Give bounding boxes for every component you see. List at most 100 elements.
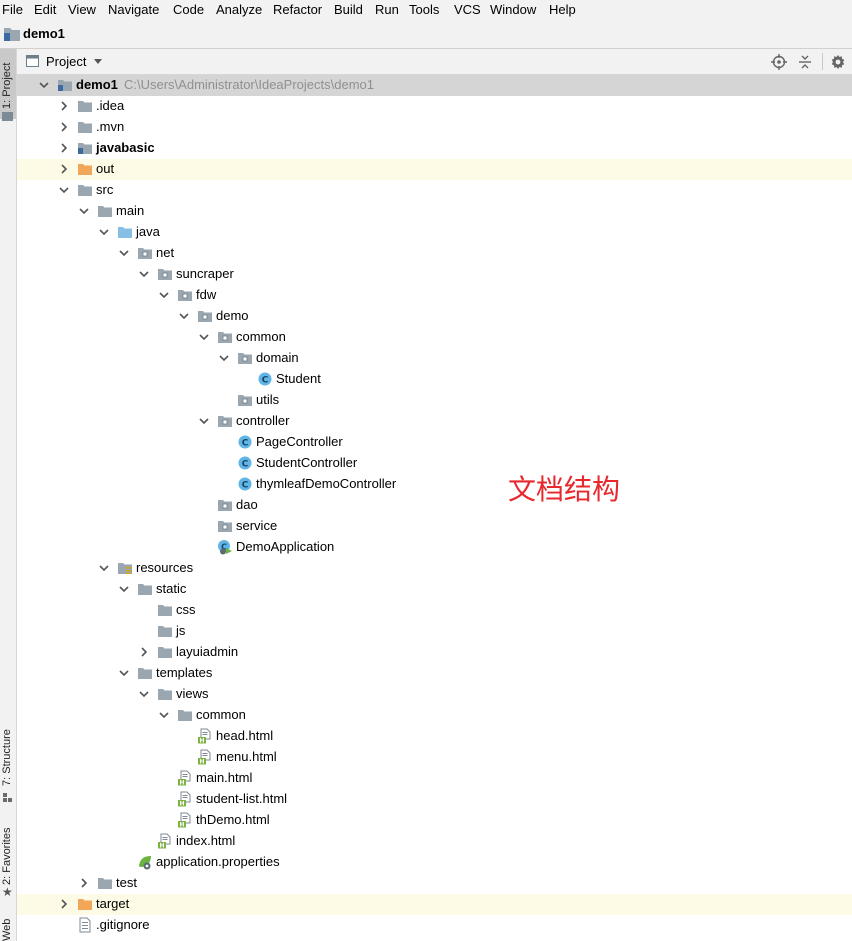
chevron-right-icon[interactable] [57,162,71,176]
chevron-down-icon[interactable] [157,288,171,302]
tree-row[interactable]: layuiadmin [17,642,852,663]
tree-row[interactable]: src [17,180,852,201]
tree-row[interactable]: target [17,894,852,915]
chevron-down-icon[interactable] [177,309,191,323]
collapse-all-icon[interactable] [797,54,813,70]
tree-row[interactable]: out [17,159,852,180]
chevron-down-icon[interactable] [94,59,102,64]
tree-row[interactable]: static [17,579,852,600]
tree-row[interactable]: C StudentController [17,453,852,474]
chevron-right-icon[interactable] [77,876,91,890]
folder-icon [77,119,93,135]
tree-row[interactable]: css [17,600,852,621]
menu-analyze[interactable]: Analyze [216,2,262,18]
menu-build[interactable]: Build [334,2,363,18]
tree-row[interactable]: dao [17,495,852,516]
tree-item-label: domain [256,350,299,365]
chevron-down-icon[interactable] [117,246,131,260]
tree-row[interactable]: Hmain.html [17,768,852,789]
tree-row[interactable]: js [17,621,852,642]
tree-row[interactable]: fdw [17,285,852,306]
tree-item-label: thDemo.html [196,812,270,827]
chevron-right-icon[interactable] [57,897,71,911]
chevron-right-icon[interactable] [57,141,71,155]
chevron-right-icon[interactable] [57,99,71,113]
tree-row[interactable]: service [17,516,852,537]
chevron-right-icon[interactable] [137,645,151,659]
chevron-down-icon[interactable] [117,582,131,596]
tree-row[interactable]: demo [17,306,852,327]
menu-help[interactable]: Help [549,2,576,18]
tree-row[interactable]: utils [17,390,852,411]
nav-project-name[interactable]: demo1 [23,26,65,41]
tree-row[interactable]: .mvn [17,117,852,138]
chevron-down-icon[interactable] [97,225,111,239]
tree-row[interactable]: java [17,222,852,243]
menu-tools[interactable]: Tools [409,2,439,18]
tree-item-label: templates [156,665,213,680]
tree-item-label: js [176,623,186,638]
web-tool-tab[interactable]: Web [0,911,16,941]
tree-row[interactable]: Hstudent-list.html [17,789,852,810]
view-mode-select[interactable]: Project [46,54,86,69]
chevron-down-icon[interactable] [197,414,211,428]
tree-row[interactable]: .gitignore [17,915,852,936]
tree-row[interactable]: C PageController [17,432,852,453]
tree-row[interactable]: Hindex.html [17,831,852,852]
menu-view[interactable]: View [68,2,96,18]
folder-icon [137,581,153,597]
tree-row[interactable]: .idea [17,96,852,117]
annotation-text: 文档结构 [508,473,621,506]
tree-row[interactable]: common [17,705,852,726]
svg-text:C: C [242,481,249,491]
menu-window[interactable]: Window [490,2,536,18]
tree-item-label: demo1 [76,77,118,92]
favorites-tool-tab[interactable]: 2: Favorites ★ [0,819,16,904]
chevron-down-icon[interactable] [117,666,131,680]
locate-icon[interactable] [771,54,787,70]
tree-row[interactable]: HthDemo.html [17,810,852,831]
gear-icon[interactable] [830,54,846,70]
tree-row[interactable]: common [17,327,852,348]
chevron-down-icon[interactable] [37,78,51,92]
tree-item-label: .mvn [96,119,125,134]
structure-tool-tab[interactable]: 7: Structure [0,721,16,806]
chevron-down-icon[interactable] [197,330,211,344]
menu-edit[interactable]: Edit [34,2,56,18]
tree-row[interactable]: CthymleafDemoController [17,474,852,495]
tree-row[interactable]: C DemoApplication [17,537,852,558]
tree-row[interactable]: suncraper [17,264,852,285]
chevron-down-icon[interactable] [77,204,91,218]
tree-row[interactable]: application.properties [17,852,852,873]
menu-refactor[interactable]: Refactor [273,2,322,18]
tree-row[interactable]: C Student [17,369,852,390]
tree-row[interactable]: test [17,873,852,894]
class-icon: C [237,476,253,492]
chevron-down-icon[interactable] [137,267,151,281]
menu-navigate[interactable]: Navigate [108,2,159,18]
tree-row[interactable]: demo1 C:\Users\Administrator\IdeaProjects… [17,75,852,96]
tree-row[interactable]: Hmenu.html [17,747,852,768]
chevron-down-icon[interactable] [157,708,171,722]
tree-row[interactable]: views [17,684,852,705]
svg-text:C: C [242,439,249,449]
chevron-right-icon[interactable] [57,120,71,134]
tree-item-label: StudentController [256,455,358,470]
menu-file[interactable]: File [2,2,23,18]
tree-row[interactable]: Hhead.html [17,726,852,747]
project-tool-tab[interactable]: 1: Project [0,49,16,121]
chevron-down-icon[interactable] [217,351,231,365]
tree-row[interactable]: domain [17,348,852,369]
tree-row[interactable]: resources [17,558,852,579]
chevron-down-icon[interactable] [137,687,151,701]
menu-code[interactable]: Code [173,2,204,18]
tree-row[interactable]: main [17,201,852,222]
tree-row[interactable]: controller [17,411,852,432]
tree-row[interactable]: templates [17,663,852,684]
tree-row[interactable]: javabasic [17,138,852,159]
menu-vcs[interactable]: VCS [454,2,481,18]
chevron-down-icon[interactable] [57,183,71,197]
tree-row[interactable]: net [17,243,852,264]
chevron-down-icon[interactable] [97,561,111,575]
menu-run[interactable]: Run [375,2,399,18]
